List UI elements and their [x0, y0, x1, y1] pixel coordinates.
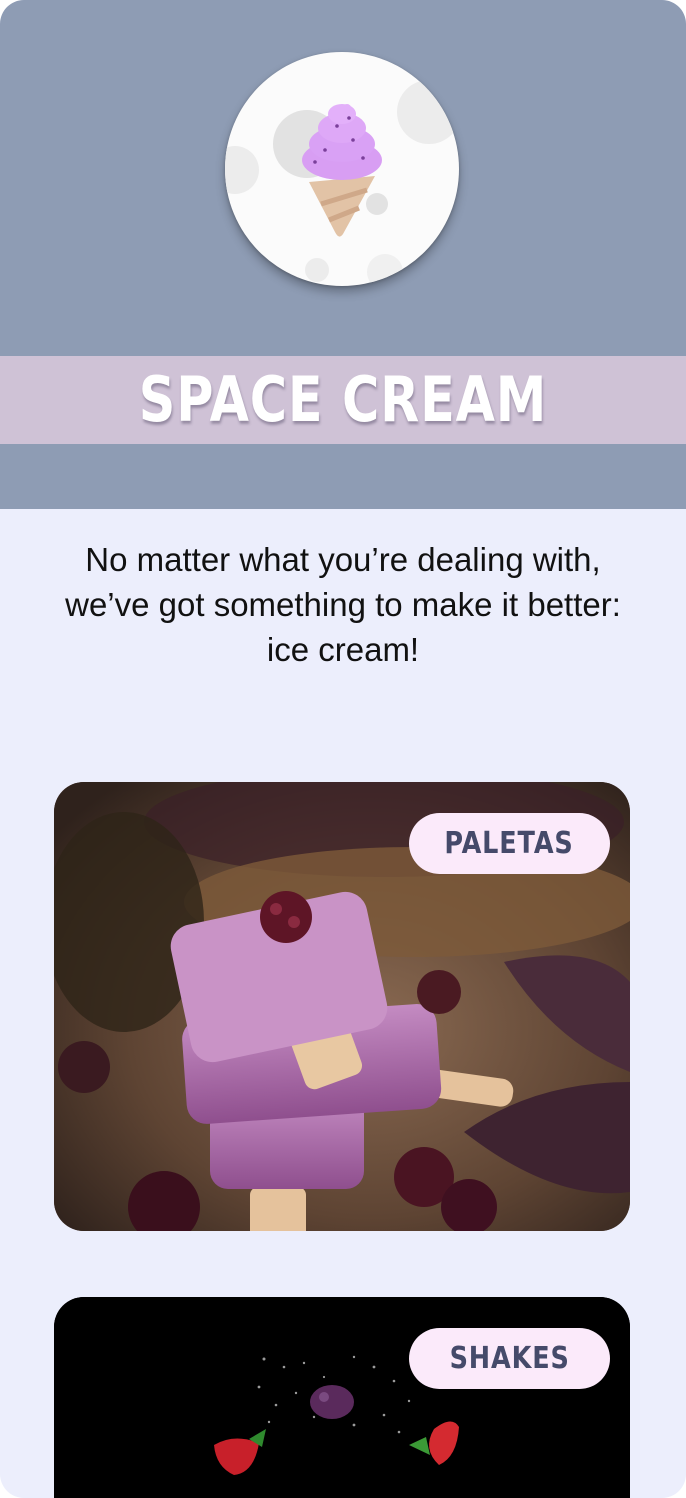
category-label-shakes[interactable]: SHAKES	[409, 1328, 610, 1389]
page: SPACE CREAM No matter what you’re dealin…	[0, 0, 686, 1498]
hero-header: SPACE CREAM	[0, 0, 686, 509]
brand-title: SPACE CREAM	[138, 363, 548, 436]
tagline: No matter what you’re dealing with, we’v…	[65, 541, 621, 668]
category-card-shakes[interactable]: SHAKES	[54, 1297, 630, 1498]
category-card-paletas[interactable]: PALETAS	[54, 782, 630, 1231]
ice-cream-cone-icon	[225, 80, 459, 286]
logo[interactable]	[225, 52, 459, 286]
category-label-paletas[interactable]: PALETAS	[409, 813, 610, 874]
